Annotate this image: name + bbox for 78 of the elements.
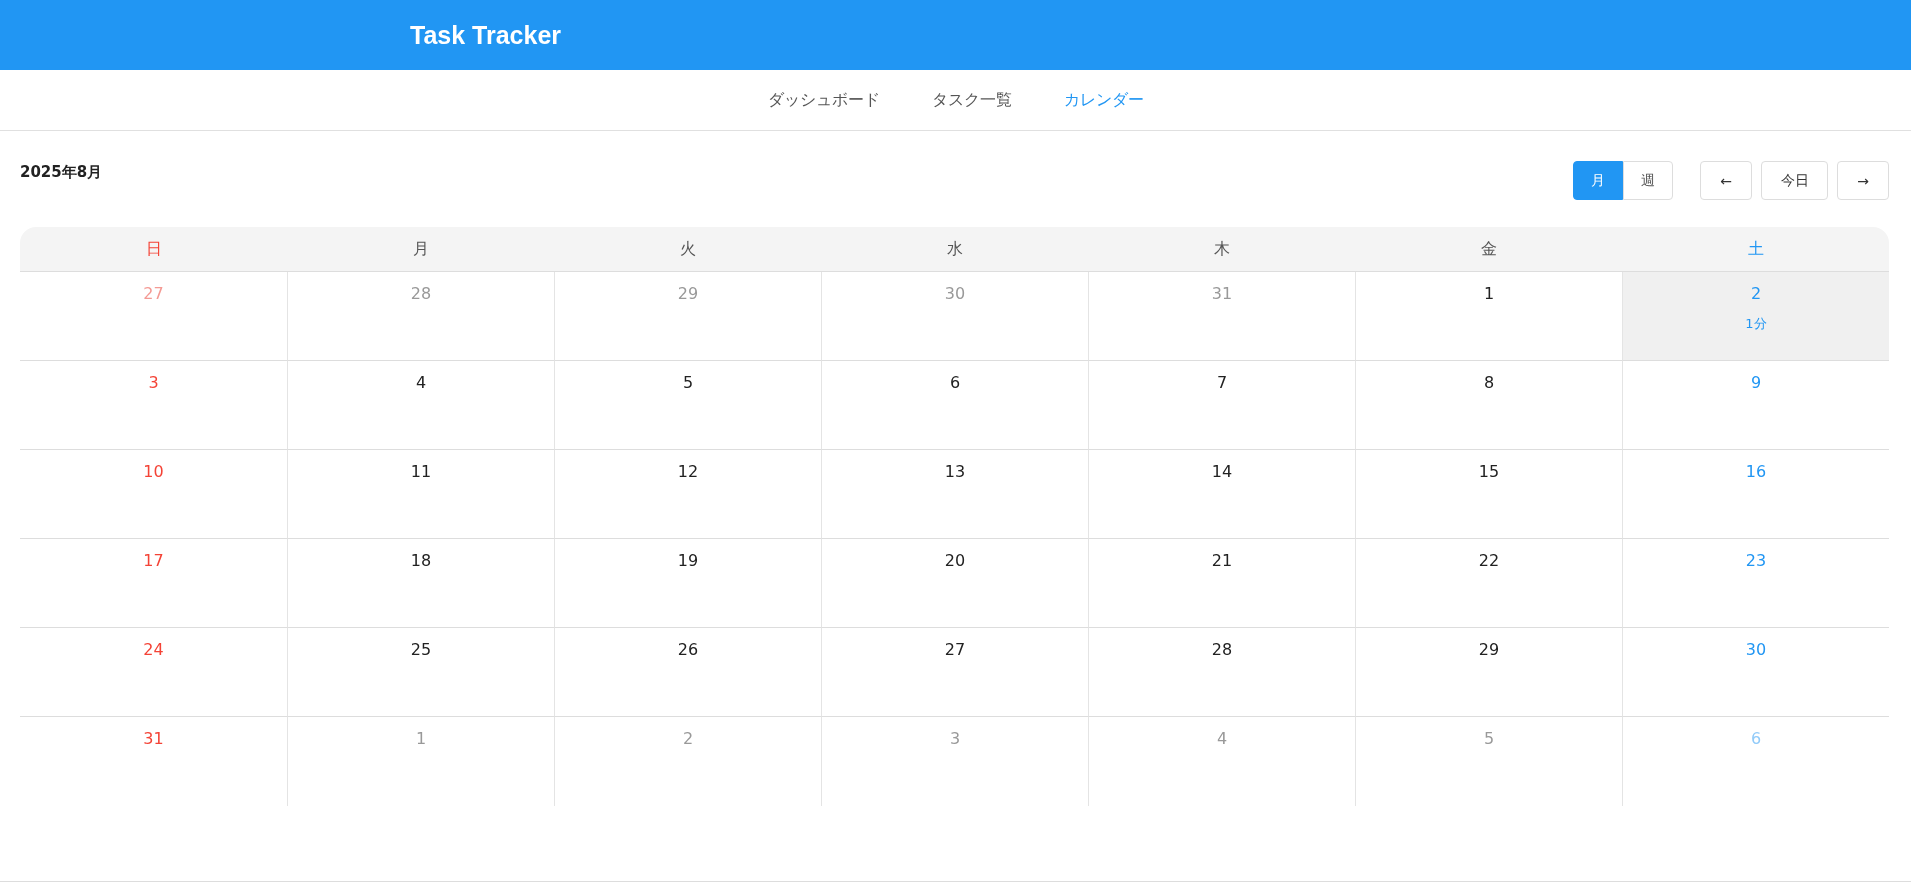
- day-cell[interactable]: 4: [287, 361, 554, 450]
- day-cell[interactable]: 21: [1088, 539, 1355, 628]
- day-number: 21: [1211, 551, 1233, 570]
- day-number: 22: [1478, 551, 1500, 570]
- day-cell[interactable]: 28: [1088, 628, 1355, 717]
- day-number: 7: [1216, 373, 1228, 392]
- day-number: 29: [1478, 640, 1500, 659]
- day-number: 10: [143, 462, 164, 481]
- day-cell[interactable]: 20: [821, 539, 1088, 628]
- day-number: 28: [1211, 640, 1233, 659]
- day-number: 1: [1483, 284, 1495, 303]
- day-cell[interactable]: 29: [1355, 628, 1622, 717]
- day-number: 3: [949, 729, 961, 748]
- previous-button[interactable]: ←: [1700, 161, 1752, 200]
- day-cell[interactable]: 12: [554, 450, 821, 539]
- day-cell[interactable]: 5: [554, 361, 821, 450]
- day-number: 2: [682, 729, 694, 748]
- day-number: 31: [1211, 284, 1233, 303]
- day-number: 26: [677, 640, 699, 659]
- weekday-header: 月: [287, 227, 554, 272]
- day-cell[interactable]: 27: [821, 628, 1088, 717]
- day-cell[interactable]: 7: [1088, 361, 1355, 450]
- day-number: 28: [410, 284, 432, 303]
- next-button[interactable]: →: [1837, 161, 1889, 200]
- day-cell[interactable]: 22: [1355, 539, 1622, 628]
- nav-link[interactable]: タスク一覧: [931, 89, 1012, 111]
- day-number: 2: [1750, 284, 1762, 303]
- day-number: 25: [410, 640, 432, 659]
- day-cell[interactable]: 25: [287, 628, 554, 717]
- day-number: 5: [682, 373, 694, 392]
- day-number: 18: [410, 551, 432, 570]
- day-cell[interactable]: 8: [1355, 361, 1622, 450]
- day-cell[interactable]: 6: [821, 361, 1088, 450]
- day-number: 27: [944, 640, 966, 659]
- day-cell[interactable]: 11: [287, 450, 554, 539]
- app-title: Task Tracker: [410, 20, 562, 50]
- day-number: 9: [1750, 373, 1762, 392]
- day-cell[interactable]: 19: [554, 539, 821, 628]
- day-number: 8: [1483, 373, 1495, 392]
- weekday-header: 土: [1622, 227, 1889, 272]
- day-cell[interactable]: 14: [1088, 450, 1355, 539]
- day-number: 30: [944, 284, 966, 303]
- day-number: 19: [677, 551, 699, 570]
- day-number: 3: [148, 373, 159, 392]
- day-cell[interactable]: 18: [287, 539, 554, 628]
- weekday-header: 木: [1088, 227, 1355, 272]
- day-cell[interactable]: 1: [1355, 272, 1622, 361]
- day-number: 6: [1750, 729, 1762, 748]
- day-number: 17: [143, 551, 164, 570]
- day-number: 13: [944, 462, 966, 481]
- day-number: 27: [143, 284, 164, 303]
- weekday-header: 水: [821, 227, 1088, 272]
- month-title: 2025年8月: [20, 163, 103, 182]
- day-number: 12: [677, 462, 699, 481]
- day-number: 15: [1478, 462, 1500, 481]
- view-toggle-button[interactable]: 週: [1623, 161, 1673, 200]
- day-number: 20: [944, 551, 966, 570]
- today-button[interactable]: 今日: [1761, 161, 1828, 200]
- day-number: 24: [143, 640, 164, 659]
- weekday-header: 日: [20, 227, 287, 272]
- day-number: 16: [1745, 462, 1767, 481]
- day-number: 11: [410, 462, 432, 481]
- day-number: 4: [415, 373, 427, 392]
- day-number: 14: [1211, 462, 1233, 481]
- nav-link[interactable]: ダッシュボード: [767, 89, 880, 111]
- day-number: 30: [1745, 640, 1767, 659]
- day-number: 31: [143, 729, 164, 748]
- day-number: 1: [415, 729, 427, 748]
- day-cell[interactable]: 13: [821, 450, 1088, 539]
- weekday-header: 金: [1355, 227, 1622, 272]
- day-number: 6: [949, 373, 961, 392]
- weekday-header: 火: [554, 227, 821, 272]
- day-number: 5: [1483, 729, 1495, 748]
- day-number: 4: [1216, 729, 1228, 748]
- day-cell[interactable]: 15: [1355, 450, 1622, 539]
- day-number: 23: [1745, 551, 1767, 570]
- day-number: 29: [677, 284, 699, 303]
- day-cell[interactable]: 26: [554, 628, 821, 717]
